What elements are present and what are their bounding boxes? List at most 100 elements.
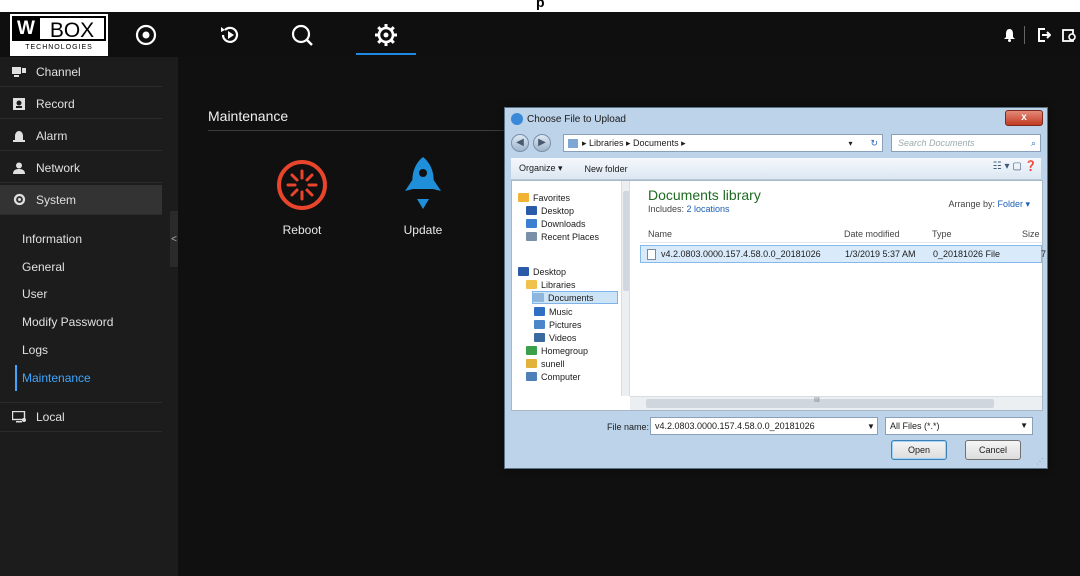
nav-downloads[interactable]: Downloads bbox=[526, 217, 586, 230]
resize-grip-icon[interactable]: ⋰ bbox=[1036, 457, 1046, 467]
includes-link[interactable]: 2 locations bbox=[687, 204, 730, 214]
subnav-user[interactable]: User bbox=[22, 284, 47, 304]
horizontal-scrollbar[interactable]: III bbox=[630, 396, 1042, 410]
logout-icon[interactable] bbox=[1037, 12, 1051, 57]
desktop-icon bbox=[518, 267, 529, 276]
nav-label: Computer bbox=[541, 371, 581, 382]
nav-scroll-thumb[interactable] bbox=[623, 191, 629, 291]
sidebar-item-local[interactable]: Local bbox=[0, 402, 162, 432]
nav-homegroup[interactable]: Homegroup bbox=[526, 344, 588, 357]
file-size: 7 bbox=[1041, 249, 1047, 259]
file-upload-dialog: Choose File to Upload x ◀ ▶ ▸ Libraries … bbox=[504, 107, 1048, 469]
nav-label: Recent Places bbox=[541, 231, 600, 242]
nav-favorites[interactable]: Favorites bbox=[518, 191, 570, 204]
file-name: v4.2.0803.0000.157.4.58.0.0_20181026 bbox=[661, 249, 821, 259]
file-name-label: File name: bbox=[607, 422, 650, 432]
includes-prefix: Includes: bbox=[648, 204, 687, 214]
column-name[interactable]: Name bbox=[648, 229, 672, 239]
chevron-down-icon: ▼ bbox=[1020, 421, 1028, 430]
sidebar-collapse-handle[interactable]: < bbox=[170, 211, 178, 267]
arrange-value[interactable]: Folder ▾ bbox=[997, 199, 1030, 209]
sidebar-item-record[interactable]: Record bbox=[0, 89, 162, 119]
alarm-icon bbox=[12, 129, 26, 143]
new-folder-button[interactable]: New folder bbox=[585, 164, 628, 174]
file-type-select[interactable]: All Files (*.*) ▼ bbox=[885, 417, 1033, 435]
back-button[interactable]: ◀ bbox=[511, 134, 529, 152]
subnav-maintenance[interactable]: Maintenance bbox=[22, 368, 91, 388]
nav-label: Pictures bbox=[549, 319, 582, 330]
nav-label: Favorites bbox=[533, 192, 571, 203]
nav-pictures[interactable]: Pictures bbox=[534, 318, 582, 331]
logo-w: W bbox=[12, 16, 40, 41]
column-type[interactable]: Type bbox=[932, 229, 952, 239]
nav-scrollbar[interactable] bbox=[621, 181, 629, 396]
sidebar-item-label: Record bbox=[36, 96, 75, 111]
address-bar[interactable]: ▸ Libraries ▸ Documents ▸ ▾ ↻ bbox=[563, 134, 883, 152]
page-title: Maintenance bbox=[208, 108, 289, 124]
reboot-button[interactable]: Reboot bbox=[267, 155, 337, 237]
sidebar-item-alarm[interactable]: Alarm bbox=[0, 121, 162, 151]
search-icon[interactable] bbox=[272, 12, 332, 57]
playback-icon[interactable] bbox=[200, 12, 260, 57]
nav-desktop-root[interactable]: Desktop bbox=[518, 265, 566, 278]
channel-icon bbox=[12, 65, 26, 79]
file-name-input[interactable]: v4.2.0803.0000.157.4.58.0.0_20181026 bbox=[650, 417, 878, 435]
nav-label: Documents bbox=[548, 292, 594, 303]
downloads-icon bbox=[526, 219, 537, 228]
settings-icon[interactable] bbox=[356, 12, 416, 57]
file-row[interactable]: v4.2.0803.0000.157.4.58.0.0_20181026 1/3… bbox=[640, 245, 1046, 263]
view-icons[interactable]: ☷ ▾ ▢ ❓ bbox=[993, 161, 1037, 172]
local-icon bbox=[12, 410, 26, 424]
nav-documents[interactable]: Documents bbox=[532, 291, 618, 304]
logo-box: BOX bbox=[40, 16, 106, 42]
cancel-button[interactable]: Cancel bbox=[965, 440, 1021, 460]
record-icon bbox=[12, 97, 26, 111]
file-name-dropdown[interactable]: ▼ bbox=[867, 422, 875, 431]
arrange-label: Arrange by: bbox=[948, 199, 998, 209]
browser-icon bbox=[511, 113, 523, 125]
live-view-icon[interactable] bbox=[116, 12, 176, 57]
subnav-modify-password[interactable]: Modify Password bbox=[22, 312, 113, 332]
refresh-icon[interactable]: ↻ bbox=[870, 138, 878, 149]
subnav-logs[interactable]: Logs bbox=[22, 340, 48, 360]
nav-label: Desktop bbox=[533, 266, 567, 277]
nav-videos[interactable]: Videos bbox=[534, 331, 576, 344]
nav-music[interactable]: Music bbox=[534, 305, 573, 318]
forward-button[interactable]: ▶ bbox=[533, 134, 551, 152]
search-input[interactable]: Search Documents ⌕ bbox=[891, 134, 1041, 152]
column-date[interactable]: Date modified bbox=[844, 229, 900, 239]
update-button[interactable]: Update bbox=[388, 155, 458, 237]
sidebar-item-system[interactable]: System bbox=[0, 185, 162, 215]
close-button[interactable]: x bbox=[1005, 110, 1043, 126]
nav-recent-places[interactable]: Recent Places bbox=[526, 230, 599, 243]
open-button[interactable]: Open bbox=[891, 440, 947, 460]
nav-label: Videos bbox=[549, 332, 577, 343]
organize-button[interactable]: Organize ▾ bbox=[519, 163, 563, 174]
bell-icon[interactable] bbox=[1003, 12, 1016, 57]
lock-icon[interactable] bbox=[1062, 12, 1076, 57]
nav-label: Music bbox=[549, 306, 573, 317]
active-indicator bbox=[15, 365, 17, 391]
logo-tagline: TECHNOLOGIES bbox=[25, 44, 93, 51]
search-icon: ⌕ bbox=[1030, 137, 1036, 148]
horizontal-scroll-thumb[interactable]: III bbox=[646, 397, 994, 408]
view-controls[interactable]: ☷ ▾ ▢ ❓ bbox=[993, 161, 1037, 172]
topbar-divider bbox=[1024, 26, 1025, 44]
sidebar-item-network[interactable]: Network bbox=[0, 153, 162, 183]
sidebar-item-label: System bbox=[36, 192, 77, 207]
sidebar-item-label: Channel bbox=[36, 64, 81, 79]
file-date: 1/3/2019 5:37 AM bbox=[845, 249, 916, 259]
dialog-toolbar: Organize ▾ New folder ☷ ▾ ▢ ❓ bbox=[511, 158, 1041, 180]
subnav-general[interactable]: General bbox=[22, 257, 65, 277]
homegroup-icon bbox=[526, 346, 537, 355]
nav-libraries[interactable]: Libraries bbox=[526, 278, 576, 291]
subnav-information[interactable]: Information bbox=[22, 229, 82, 249]
nav-computer[interactable]: Computer bbox=[526, 370, 581, 383]
nav-label: Desktop bbox=[541, 205, 575, 216]
address-dropdown[interactable]: ▾ bbox=[848, 139, 852, 148]
sidebar-item-channel[interactable]: Channel bbox=[0, 57, 162, 87]
nav-desktop[interactable]: Desktop bbox=[526, 204, 574, 217]
column-size[interactable]: Size bbox=[1022, 229, 1040, 239]
nav-sunell[interactable]: sunell bbox=[526, 357, 565, 370]
top-bar: W BOX TECHNOLOGIES bbox=[0, 12, 1080, 57]
